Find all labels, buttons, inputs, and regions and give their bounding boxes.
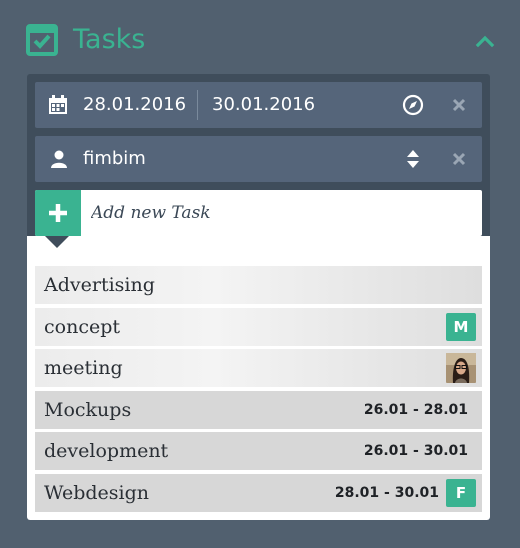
- sort-arrows-icon[interactable]: [402, 148, 424, 170]
- task-item-mockups[interactable]: Mockups 26.01 - 28.01: [35, 391, 482, 429]
- plus-icon: [49, 204, 67, 222]
- chevron-up-icon[interactable]: [474, 30, 496, 52]
- task-name: Mockups: [44, 399, 132, 421]
- task-item-development[interactable]: development 26.01 - 30.01: [35, 432, 482, 470]
- user-icon: [51, 150, 67, 168]
- widget-header: Tasks: [26, 22, 496, 58]
- add-task-button[interactable]: [35, 190, 81, 236]
- task-list: Advertising concept M meeting Mockups 26…: [27, 236, 490, 520]
- user-filter[interactable]: fimbim: [35, 136, 482, 182]
- assignee-badge: F: [446, 479, 476, 507]
- add-task-row: [35, 190, 482, 236]
- task-name: development: [44, 440, 169, 462]
- task-item-webdesign[interactable]: Webdesign 28.01 - 30.01 F: [35, 474, 482, 512]
- date-range-filter[interactable]: 28.01.2016 30.01.2016: [35, 82, 482, 128]
- task-name: Advertising: [44, 274, 155, 296]
- tasks-panel: 28.01.2016 30.01.2016 fimbim Add new Tas…: [27, 74, 490, 520]
- task-dates: 28.01 - 30.01: [334, 485, 439, 501]
- task-item-advertising[interactable]: Advertising: [35, 266, 482, 304]
- assignee-badge: M: [446, 313, 476, 341]
- avatar: [446, 353, 476, 383]
- date-separator: [197, 90, 198, 120]
- user-name[interactable]: fimbim: [83, 136, 146, 182]
- close-icon[interactable]: [450, 96, 468, 114]
- widget-title: Tasks: [73, 24, 146, 55]
- calendar-icon: [49, 95, 67, 114]
- task-item-meeting[interactable]: meeting: [35, 349, 482, 387]
- task-name: meeting: [44, 357, 123, 379]
- date-from[interactable]: 28.01.2016: [83, 82, 186, 128]
- task-name: Webdesign: [44, 482, 150, 504]
- task-dates: 26.01 - 28.01: [363, 402, 468, 418]
- task-item-concept[interactable]: concept M: [35, 308, 482, 346]
- dropdown-pointer: [45, 236, 69, 248]
- close-icon[interactable]: [450, 150, 468, 168]
- task-name: concept: [44, 316, 120, 338]
- date-to[interactable]: 30.01.2016: [212, 82, 315, 128]
- checkbox-icon: [26, 24, 58, 56]
- add-task-input[interactable]: [91, 190, 471, 236]
- compass-icon[interactable]: [402, 94, 424, 116]
- task-dates: 26.01 - 30.01: [363, 443, 468, 459]
